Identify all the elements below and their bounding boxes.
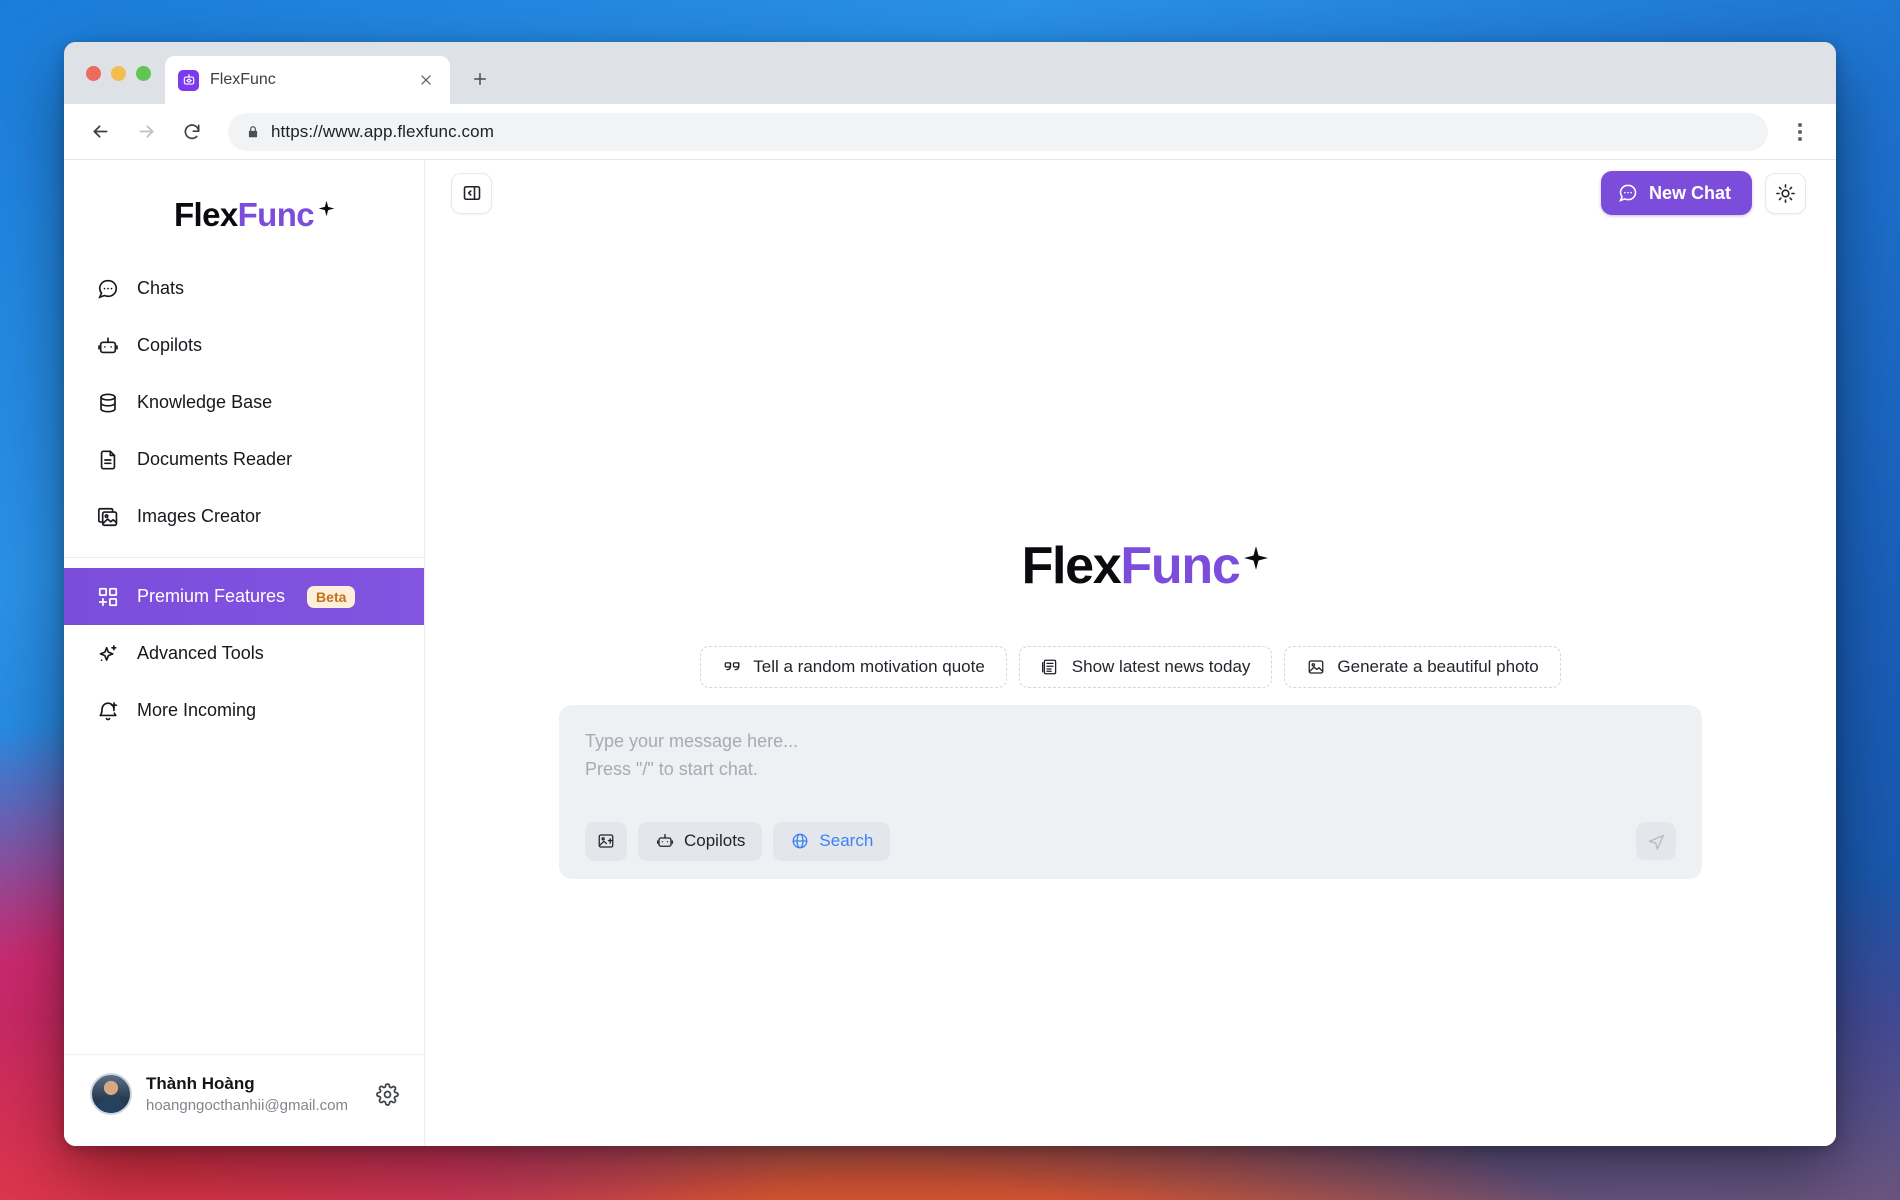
user-profile[interactable]: Thành Hoàng hoangngocthanhii@gmail.com bbox=[64, 1053, 424, 1146]
suggestion-chip-generate-photo[interactable]: Generate a beautiful photo bbox=[1284, 646, 1561, 688]
sidebar-item-more-incoming[interactable]: More Incoming bbox=[64, 682, 424, 739]
logo-text-secondary: Func bbox=[1120, 537, 1240, 595]
image-stack-icon bbox=[96, 505, 119, 528]
grid-plus-icon bbox=[96, 585, 119, 608]
robot-icon bbox=[96, 334, 119, 357]
sidebar-item-copilots[interactable]: Copilots bbox=[64, 317, 424, 374]
sidebar-nav: Chats Copilots Knowledge Base Documents … bbox=[64, 260, 424, 739]
window-controls bbox=[80, 42, 165, 104]
composer-toolbar: Copilots Search bbox=[585, 821, 1676, 861]
logo-text-primary: Flex bbox=[1021, 537, 1122, 595]
main-header: New Chat bbox=[425, 160, 1836, 226]
new-tab-button[interactable] bbox=[462, 61, 498, 97]
sidebar-item-label: Chats bbox=[137, 278, 185, 298]
suggestion-chip-label: Generate a beautiful photo bbox=[1337, 657, 1539, 676]
sidebar-item-label: Documents Reader bbox=[137, 449, 293, 469]
new-chat-button[interactable]: New Chat bbox=[1600, 171, 1752, 215]
browser-tab-strip: FlexFunc bbox=[64, 42, 1836, 104]
document-icon bbox=[96, 448, 119, 471]
suggestion-chip-motivation-quote[interactable]: Tell a random motivation quote bbox=[700, 646, 1007, 688]
chat-bubble-icon bbox=[96, 277, 119, 300]
sidebar-logo: FlexFunc bbox=[64, 174, 424, 260]
sidebar-item-label: Copilots bbox=[137, 335, 203, 355]
maximize-window-button[interactable] bbox=[136, 65, 151, 81]
minimize-window-button[interactable] bbox=[111, 65, 126, 81]
empty-state: FlexFunc Tell a random motivation quote … bbox=[425, 226, 1836, 1146]
kebab-menu-icon[interactable] bbox=[1782, 114, 1818, 150]
browser-tab[interactable]: FlexFunc bbox=[165, 56, 450, 104]
newspaper-icon bbox=[1041, 658, 1060, 677]
logo-text-secondary: Func bbox=[237, 196, 315, 233]
forward-arrow-icon[interactable] bbox=[126, 112, 166, 152]
robot-icon bbox=[178, 69, 199, 91]
app-root: FlexFunc Chats Copilots Knowledge Base D… bbox=[64, 160, 1836, 1146]
lock-icon bbox=[246, 125, 260, 139]
sidebar: FlexFunc Chats Copilots Knowledge Base D… bbox=[64, 160, 425, 1146]
close-window-button[interactable] bbox=[86, 65, 101, 81]
image-icon bbox=[1306, 658, 1325, 677]
suggestion-chips: Tell a random motivation quote Show late… bbox=[700, 646, 1561, 688]
sidebar-item-label: More Incoming bbox=[137, 700, 257, 720]
sidebar-item-knowledge-base[interactable]: Knowledge Base bbox=[64, 374, 424, 431]
avatar bbox=[90, 1073, 132, 1116]
globe-icon bbox=[790, 832, 809, 851]
message-placeholder-line2: Press "/" to start chat. bbox=[585, 759, 758, 780]
sparkles-icon bbox=[96, 642, 119, 665]
user-name: Thành Hoàng bbox=[146, 1073, 255, 1093]
bell-plus-icon bbox=[96, 699, 119, 722]
back-arrow-icon[interactable] bbox=[80, 112, 120, 152]
browser-toolbar: https://www.app.flexfunc.com bbox=[64, 104, 1836, 160]
sidebar-item-label: Premium Features bbox=[137, 586, 286, 606]
search-button[interactable]: Search bbox=[773, 821, 891, 861]
message-placeholder-line1: Type your message here... bbox=[585, 731, 799, 751]
address-bar-url: https://www.app.flexfunc.com bbox=[271, 121, 494, 141]
main-pane: New Chat FlexFunc Tell a random motivati… bbox=[425, 160, 1836, 1146]
new-chat-label: New Chat bbox=[1648, 182, 1731, 203]
sidebar-item-chats[interactable]: Chats bbox=[64, 260, 424, 317]
attach-image-button[interactable] bbox=[585, 821, 627, 861]
browser-tab-title: FlexFunc bbox=[210, 71, 276, 88]
sidebar-item-label: Advanced Tools bbox=[137, 643, 264, 663]
close-tab-button[interactable] bbox=[415, 69, 437, 91]
logo-text-primary: Flex bbox=[173, 196, 238, 233]
status-badge: Beta bbox=[307, 585, 356, 608]
suggestion-chip-latest-news[interactable]: Show latest news today bbox=[1018, 646, 1273, 688]
composer-tool-label: Copilots bbox=[684, 831, 746, 851]
robot-icon bbox=[655, 832, 674, 851]
browser-window: FlexFunc https://www.app.flexfunc.com Fl… bbox=[64, 42, 1836, 1146]
sidebar-item-label: Knowledge Base bbox=[137, 392, 273, 412]
message-composer[interactable]: Type your message here... Press "/" to s… bbox=[559, 705, 1702, 879]
composer-tool-label: Search bbox=[819, 831, 874, 851]
suggestion-chip-label: Tell a random motivation quote bbox=[753, 657, 985, 676]
sidebar-item-images-creator[interactable]: Images Creator bbox=[64, 488, 424, 545]
copilots-button[interactable]: Copilots bbox=[638, 821, 763, 861]
gear-icon[interactable] bbox=[372, 1079, 402, 1109]
image-upload-icon bbox=[597, 832, 616, 851]
suggestion-chip-label: Show latest news today bbox=[1071, 657, 1251, 676]
main-logo: FlexFunc bbox=[1021, 536, 1269, 596]
sidebar-item-documents-reader[interactable]: Documents Reader bbox=[64, 431, 424, 488]
user-email: hoangngocthanhii@gmail.com bbox=[146, 1096, 349, 1114]
sparkle-icon bbox=[318, 187, 335, 225]
main-header-actions: New Chat bbox=[1600, 171, 1806, 215]
sidebar-item-premium-features[interactable]: Premium Features Beta bbox=[64, 568, 424, 625]
address-bar[interactable]: https://www.app.flexfunc.com bbox=[228, 112, 1768, 151]
sidebar-item-label: Images Creator bbox=[137, 506, 262, 526]
sidebar-divider bbox=[64, 557, 424, 558]
sidebar-item-advanced-tools[interactable]: Advanced Tools bbox=[64, 625, 424, 682]
chat-bubble-icon bbox=[1618, 183, 1638, 203]
database-icon bbox=[96, 391, 119, 414]
sun-icon[interactable] bbox=[1765, 172, 1806, 214]
panel-collapse-icon[interactable] bbox=[451, 172, 492, 214]
message-input[interactable]: Type your message here... Press "/" to s… bbox=[585, 727, 1676, 784]
quote-icon bbox=[722, 658, 741, 677]
sparkle-icon bbox=[1243, 524, 1269, 584]
reload-icon[interactable] bbox=[172, 112, 212, 152]
send-icon[interactable] bbox=[1636, 822, 1676, 861]
